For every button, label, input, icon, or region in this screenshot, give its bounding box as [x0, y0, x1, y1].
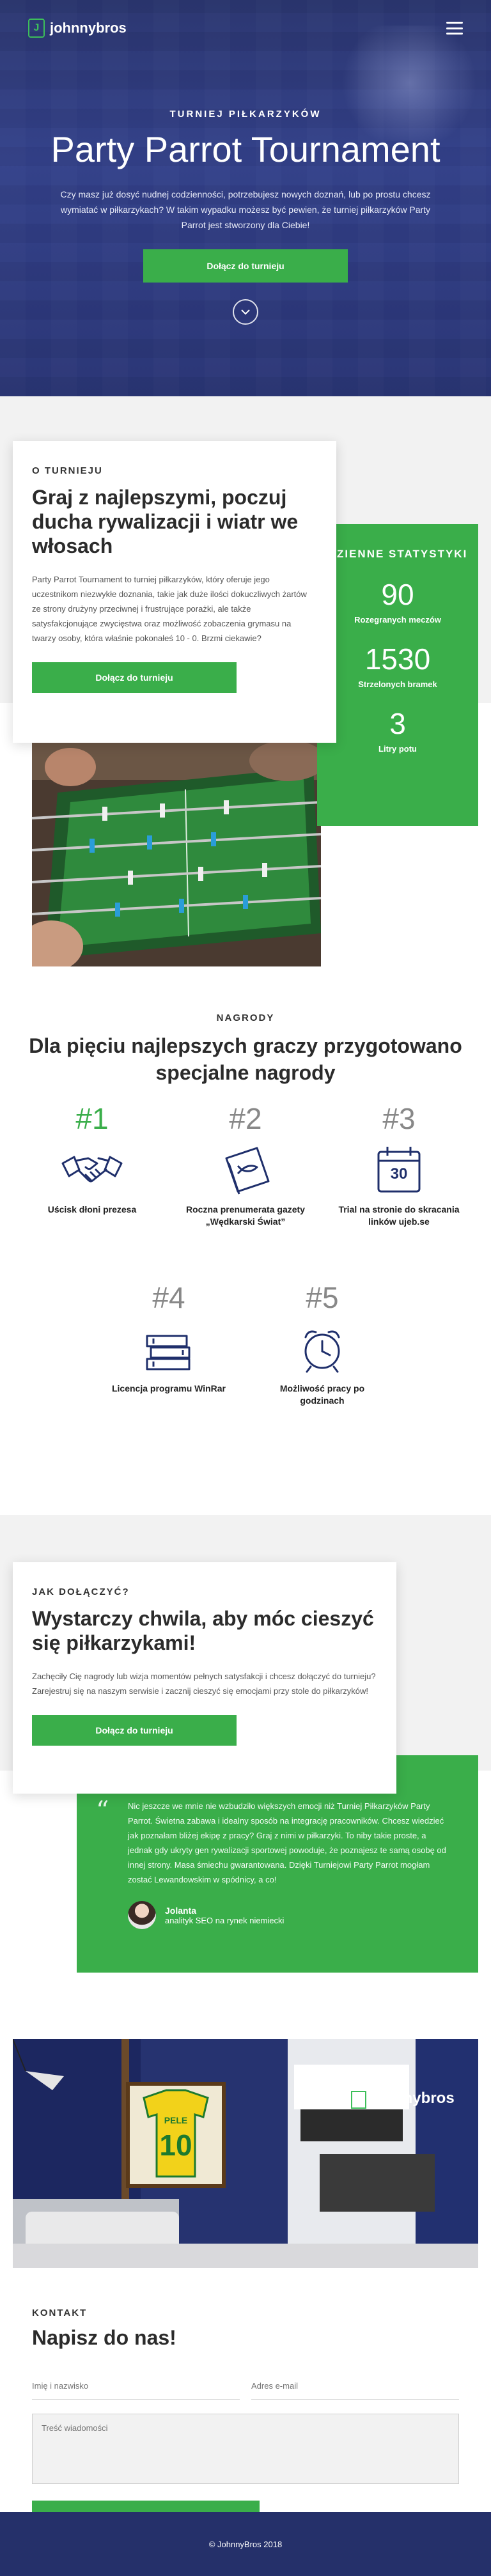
stat-value: 90 — [381, 578, 414, 611]
office-section: PELE 10 johnnybros — [0, 2039, 491, 2269]
award-item: #2 Roczna prenumerata gazety „Wędkarski … — [182, 1101, 309, 1228]
message-textarea[interactable] — [32, 2414, 459, 2484]
magazine-fish-glyph — [225, 1147, 270, 1195]
stat-label: Rozegranych meczów — [354, 615, 441, 625]
about-section: O turnieju Graj z najlepszymi, poczuj du… — [0, 396, 491, 972]
award-label: Trial na stronie do skracania linków uje… — [338, 1204, 460, 1227]
stat-value: 3 — [389, 707, 406, 740]
quote-icon: “ — [96, 1796, 109, 1826]
about-card: O turnieju Graj z najlepszymi, poczuj du… — [13, 441, 336, 743]
stats-title: Dzienne statystyki — [327, 548, 468, 560]
handshake-icon — [60, 1142, 124, 1197]
award-rank: #4 — [152, 1281, 185, 1314]
about-kicker: O turnieju — [32, 465, 103, 476]
hero-content: Turniej piłkarzyków Party Parrot Tournam… — [0, 109, 491, 325]
books-glyph — [146, 1335, 191, 1370]
award-item: #1 Uścisk dłoni prezesa — [28, 1101, 156, 1216]
awards-kicker: Nagrody — [216, 1013, 275, 1023]
name-input[interactable] — [32, 2373, 240, 2400]
stat-value: 1530 — [364, 642, 431, 676]
jersey-name: PELE — [164, 2115, 188, 2125]
avatar — [128, 1901, 156, 1929]
award-label: Licencja programu WinRar — [111, 1383, 226, 1393]
about-text: Party Parrot Tournament to turniej piłka… — [32, 575, 307, 643]
awards-section: Nagrody Dla pięciu najlepszych graczy pr… — [0, 972, 491, 1515]
hamburger-line — [446, 27, 463, 29]
join-kicker: Jak dołączyć? — [32, 1587, 130, 1597]
daily-stats-panel: Dzienne statystyki 90 Rozegranych meczów… — [317, 524, 478, 826]
join-card: Jak dołączyć? Wystarczy chwila, aby móc … — [13, 1562, 396, 1794]
foosball-illustration — [32, 741, 321, 966]
author-role: analityk SEO na rynek niemiecki — [165, 1915, 284, 1925]
magazine-fish-icon — [214, 1142, 277, 1197]
author-info: Jolanta analityk SEO na rynek niemiecki — [165, 1905, 284, 1925]
stat-label: Litry potu — [378, 744, 417, 754]
hero-description: Czy masz już dosyć nudnej codzienności, … — [60, 189, 431, 230]
copyright-text: © JohnnyBros 2018 — [208, 2539, 283, 2549]
calendar-day: 30 — [390, 1165, 408, 1183]
wall-logo-text: johnnybros — [370, 2090, 455, 2107]
award-item: #4 Licencja programu WinRar — [105, 1280, 233, 1395]
testimonial-text: Nic jeszcze we mnie nie wzbudziło większ… — [128, 1801, 446, 1884]
office-illustration: PELE 10 johnnybros — [13, 2039, 478, 2268]
calendar-icon: 30 — [367, 1142, 431, 1197]
hamburger-line — [446, 22, 463, 24]
award-rank: #3 — [382, 1102, 416, 1135]
hero-section: J johnnybros Turniej piłkarzyków Party P… — [0, 0, 491, 396]
join-section: Jak dołączyć? Wystarczy chwila, aby móc … — [0, 1515, 491, 2039]
handshake-glyph — [61, 1156, 123, 1183]
author-name: Jolanta — [165, 1905, 197, 1916]
hero-kicker: Turniej piłkarzyków — [169, 109, 322, 120]
logo-text: johnnybros — [50, 20, 127, 36]
awards-grid: #1 Uścisk dłoni prezesa #2 Roczna prenum… — [0, 1101, 491, 1459]
hamburger-line — [446, 33, 463, 35]
hero-title: Party Parrot Tournament — [51, 129, 440, 169]
jersey-number: 10 — [159, 2129, 192, 2162]
award-rank: #2 — [229, 1102, 262, 1135]
award-item: #5 Możliwość pracy po godzinach — [258, 1280, 386, 1407]
about-title: Graj z najlepszymi, poczuj ducha rywaliz… — [32, 486, 299, 557]
footer: © JohnnyBros 2018 — [0, 2512, 491, 2576]
contact-kicker: Kontakt — [32, 2308, 88, 2318]
navbar: J johnnybros — [0, 0, 491, 56]
books-icon — [137, 1321, 201, 1376]
chevron-down-icon[interactable] — [233, 299, 258, 325]
hero-join-button[interactable]: Dołącz do turnieju — [143, 249, 348, 283]
join-title: Wystarczy chwila, aby móc cieszyć się pi… — [32, 1607, 374, 1654]
logo[interactable]: J johnnybros — [28, 19, 127, 38]
about-join-button[interactable]: Dołącz do turnieju — [32, 662, 237, 693]
award-rank: #1 — [75, 1102, 109, 1135]
award-item: #3 30 Trial na stronie do skracania link… — [335, 1101, 463, 1228]
email-input[interactable] — [251, 2373, 459, 2400]
join-button[interactable]: Dołącz do turnieju — [32, 1715, 237, 1746]
office-photo: PELE 10 johnnybros — [13, 2039, 478, 2268]
awards-title: Dla pięciu najlepszych graczy przygotowa… — [29, 1034, 462, 1084]
award-label: Uścisk dłoni prezesa — [47, 1204, 137, 1214]
contact-title: Napisz do nas! — [32, 2326, 176, 2349]
award-rank: #5 — [306, 1281, 339, 1314]
contact-form-row — [32, 2373, 459, 2400]
join-text: Zachęciły Cię nagrody lub wizja momentów… — [32, 1672, 376, 1696]
logo-mark-icon: J — [28, 19, 45, 38]
alarm-clock-glyph — [304, 1330, 340, 1373]
stat-label: Strzelonych bramek — [358, 679, 437, 689]
award-label: Możliwość pracy po godzinach — [279, 1383, 365, 1406]
testimonial-author: Jolanta analityk SEO na rynek niemiecki — [128, 1901, 453, 1929]
page: J johnnybros Turniej piłkarzyków Party P… — [0, 0, 491, 2576]
chevron-down-glyph — [241, 309, 250, 315]
foosball-photo — [32, 741, 321, 966]
alarm-clock-icon — [290, 1321, 354, 1376]
award-label: Roczna prenumerata gazety „Wędkarski Świ… — [186, 1204, 305, 1227]
hamburger-menu-icon[interactable] — [446, 22, 463, 35]
